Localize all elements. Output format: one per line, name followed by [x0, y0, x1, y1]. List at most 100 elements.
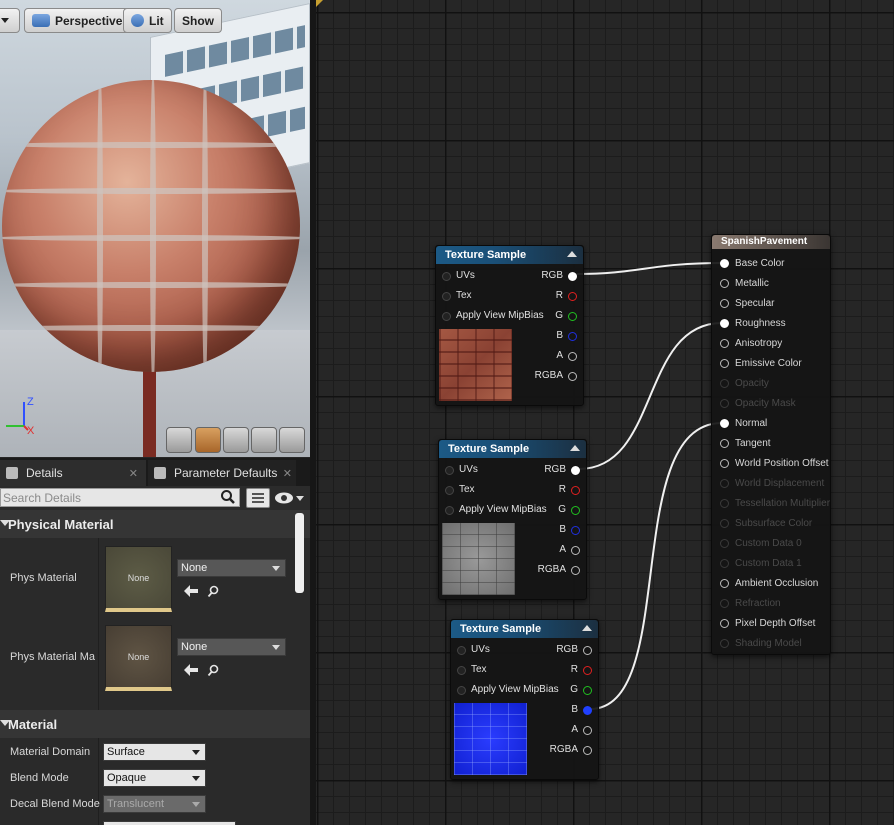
material-pin-label: Opacity: [735, 378, 769, 389]
node-header[interactable]: Texture Sample: [439, 440, 586, 458]
blend-mode-dropdown[interactable]: Opaque: [103, 769, 206, 787]
node-header[interactable]: Texture Sample: [451, 620, 598, 638]
close-icon[interactable]: ✕: [129, 467, 138, 480]
input-pin-icon: [720, 559, 729, 568]
phys-material-label: Phys Material: [10, 572, 77, 584]
material-pin-label: Normal: [735, 418, 768, 429]
phys-material-dropdown[interactable]: None: [177, 559, 286, 577]
tab-parameter-defaults[interactable]: Parameter Defaults ✕: [148, 460, 296, 486]
preview-cylinder-button[interactable]: [166, 427, 192, 453]
close-icon[interactable]: ✕: [283, 467, 292, 480]
collapse-icon[interactable]: [582, 625, 592, 631]
material-pin-label: Metallic: [735, 278, 769, 289]
material-preview-viewport[interactable]: Perspective Lit Show Z X: [0, 0, 310, 457]
use-selected-arrow-icon[interactable]: [184, 664, 198, 676]
search-icon[interactable]: [220, 489, 236, 505]
output-pin-row[interactable]: B: [571, 703, 592, 717]
material-domain-dropdown[interactable]: Surface: [103, 743, 206, 761]
perspective-button[interactable]: Perspective: [24, 8, 131, 33]
input-pin-icon[interactable]: [720, 319, 729, 328]
node-header[interactable]: SpanishPavement: [712, 235, 830, 249]
next-property-field[interactable]: [103, 821, 236, 825]
collapse-icon[interactable]: [567, 251, 577, 257]
preview-plane-button[interactable]: [223, 427, 249, 453]
tab-details[interactable]: Details ✕: [0, 460, 146, 486]
phys-material-mask-thumbnail[interactable]: None: [105, 625, 172, 691]
material-category[interactable]: Material: [0, 710, 310, 738]
input-pin-row[interactable]: Apply View MipBias: [445, 503, 547, 517]
output-pin-row[interactable]: G: [555, 309, 577, 323]
input-pin-icon[interactable]: [720, 459, 729, 468]
texture-sample-node-3[interactable]: Texture Sample UVs Tex Apply View MipBia…: [450, 619, 599, 780]
input-pin-row[interactable]: Tex: [445, 483, 475, 497]
output-pin-row[interactable]: G: [570, 683, 592, 697]
output-pin-row[interactable]: B: [556, 329, 577, 343]
input-pin-icon[interactable]: [720, 439, 729, 448]
viewport-menu-button[interactable]: [0, 8, 20, 33]
output-pin-row[interactable]: RGBA: [538, 563, 580, 577]
output-pin-row[interactable]: A: [559, 543, 580, 557]
output-pin-row[interactable]: B: [559, 523, 580, 537]
view-options-grid-icon[interactable]: [246, 488, 270, 508]
preview-sphere-button[interactable]: [195, 427, 221, 453]
output-pin-row[interactable]: A: [571, 723, 592, 737]
texture-sample-node-2[interactable]: Texture Sample UVs Tex Apply View MipBia…: [438, 439, 587, 600]
input-pin-icon[interactable]: [720, 619, 729, 628]
material-pin-label: Anisotropy: [735, 338, 783, 349]
input-pin-row[interactable]: Apply View MipBias: [457, 683, 559, 697]
input-pin-row[interactable]: Tex: [457, 663, 487, 677]
material-domain-value: Surface: [107, 746, 145, 758]
input-pin-row[interactable]: UVs: [457, 643, 490, 657]
material-result-node[interactable]: SpanishPavement Base Color Metallic Specul…: [711, 234, 831, 655]
phys-material-thumbnail[interactable]: None: [105, 546, 172, 612]
texture-sample-node-1[interactable]: Texture Sample UVs Tex Apply View MipBia…: [435, 245, 584, 406]
use-selected-arrow-icon[interactable]: [184, 585, 198, 597]
output-pin-row[interactable]: RGB: [541, 269, 577, 283]
input-pin-row[interactable]: Apply View MipBias: [442, 309, 544, 323]
collapse-icon[interactable]: [570, 445, 580, 451]
output-pin-row[interactable]: RGB: [556, 643, 592, 657]
output-pin-row[interactable]: RGB: [544, 463, 580, 477]
input-pin-row[interactable]: UVs: [445, 463, 478, 477]
output-pin-row[interactable]: RGBA: [535, 369, 577, 383]
output-pin-row[interactable]: R: [559, 483, 580, 497]
material-pin-label: World Displacement: [735, 478, 825, 489]
tab-parameter-defaults-label: Parameter Defaults: [174, 466, 278, 480]
material-pin-label: Ambient Occlusion: [735, 578, 819, 589]
eye-visibility-icon[interactable]: [274, 490, 306, 506]
decal-blend-mode-label: Decal Blend Mode: [10, 798, 100, 810]
input-pin-icon[interactable]: [720, 579, 729, 588]
lit-button[interactable]: Lit: [123, 8, 172, 33]
details-body: Physical Material Phys Material None Non…: [0, 510, 310, 825]
phys-material-mask-dropdown[interactable]: None: [177, 638, 286, 656]
input-pin-icon[interactable]: [720, 279, 729, 288]
show-button[interactable]: Show: [174, 8, 222, 33]
input-pin-icon[interactable]: [720, 359, 729, 368]
node-header[interactable]: Texture Sample: [436, 246, 583, 264]
output-pin-row[interactable]: RGBA: [550, 743, 592, 757]
output-pin-row[interactable]: A: [556, 349, 577, 363]
preview-cube-button[interactable]: [251, 427, 277, 453]
output-pin-row[interactable]: R: [556, 289, 577, 303]
axis-gizmo-icon: Z X: [6, 396, 35, 434]
input-pin-icon[interactable]: [720, 299, 729, 308]
input-pin-row[interactable]: Tex: [442, 289, 472, 303]
input-pin-icon: [720, 599, 729, 608]
output-pin-row[interactable]: G: [558, 503, 580, 517]
material-pin-label: Base Color: [735, 258, 785, 269]
input-pin-icon: [720, 499, 729, 508]
preview-mesh-button[interactable]: [279, 427, 305, 453]
output-pin-row[interactable]: R: [571, 663, 592, 677]
browse-search-icon[interactable]: [207, 585, 221, 597]
input-pin-icon[interactable]: [720, 339, 729, 348]
physical-material-category[interactable]: Physical Material: [0, 510, 310, 538]
browse-search-icon[interactable]: [207, 664, 221, 676]
material-pin-label: Roughness: [735, 318, 786, 329]
search-details-input[interactable]: Search Details: [0, 488, 240, 507]
details-scrollbar[interactable]: [295, 513, 304, 593]
axis-z-label: Z: [27, 396, 34, 408]
input-pin-icon[interactable]: [720, 419, 729, 428]
input-pin-row[interactable]: UVs: [442, 269, 475, 283]
input-pin-icon: [720, 479, 729, 488]
input-pin-icon[interactable]: [720, 259, 729, 268]
